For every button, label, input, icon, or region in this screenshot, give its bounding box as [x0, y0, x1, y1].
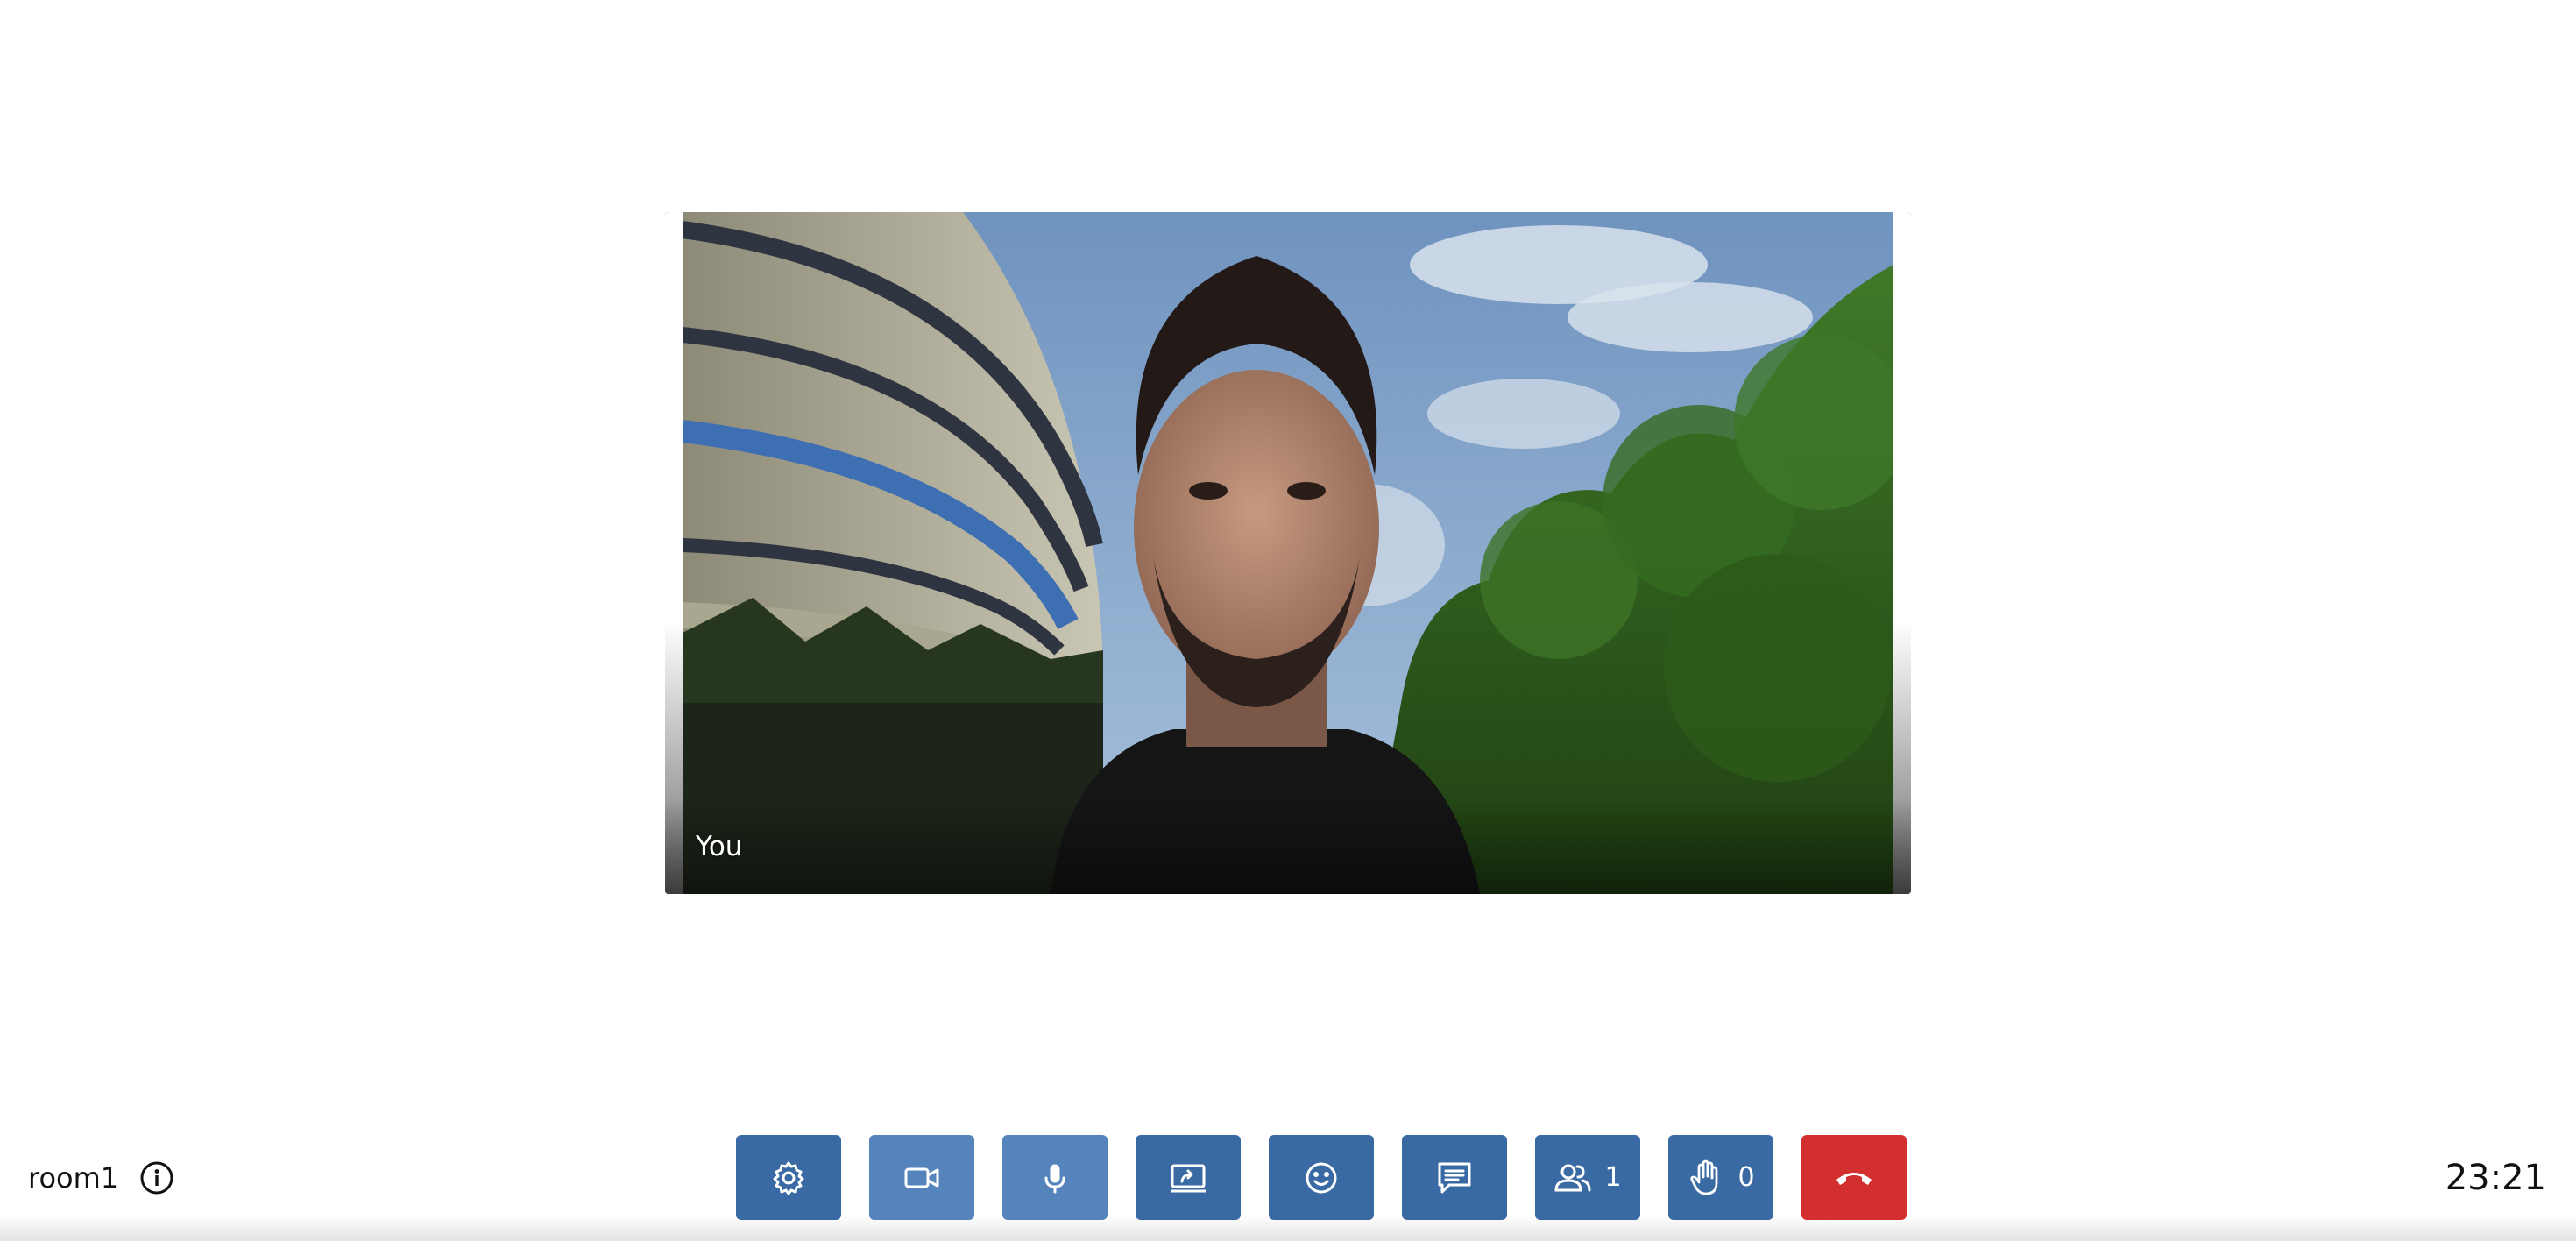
tile-bottom-fade [665, 798, 1911, 894]
raise-hand-button[interactable]: 0 [1668, 1135, 1773, 1220]
self-video-tile[interactable]: You [665, 212, 1911, 894]
hang-up-icon [1836, 1172, 1872, 1185]
tile-edge-right [1893, 212, 1911, 894]
participants-icon [1554, 1164, 1591, 1191]
video-camera-icon [904, 1167, 939, 1188]
tile-edge-left [665, 212, 683, 894]
screen-share-icon [1171, 1164, 1206, 1192]
raised-hands-count: 0 [1737, 1162, 1755, 1193]
gear-icon [773, 1161, 804, 1195]
chat-icon [1438, 1162, 1471, 1193]
room-info: room1 [28, 1155, 174, 1201]
room-name: room1 [28, 1161, 119, 1195]
info-icon[interactable] [139, 1160, 174, 1195]
settings-button[interactable] [736, 1135, 841, 1220]
participants-button[interactable]: 1 [1535, 1135, 1640, 1220]
video-feed-image [683, 212, 1893, 894]
raised-hand-icon [1690, 1159, 1718, 1195]
microphone-icon [1044, 1164, 1065, 1193]
call-screen: You room1 1 0 23:21 [0, 0, 2576, 1241]
smiley-icon [1306, 1162, 1337, 1193]
microphone-button[interactable] [1002, 1135, 1108, 1220]
call-toolbar: 1 0 [736, 1135, 1907, 1220]
hang-up-button[interactable] [1801, 1135, 1907, 1220]
reactions-button[interactable] [1269, 1135, 1374, 1220]
call-clock: 23:21 [2445, 1158, 2546, 1198]
camera-button[interactable] [869, 1135, 974, 1220]
participants-count: 1 [1604, 1162, 1622, 1193]
chat-button[interactable] [1402, 1135, 1507, 1220]
self-video-feed [683, 212, 1893, 894]
participant-name-tag: You [696, 831, 743, 862]
share-screen-button[interactable] [1136, 1135, 1241, 1220]
